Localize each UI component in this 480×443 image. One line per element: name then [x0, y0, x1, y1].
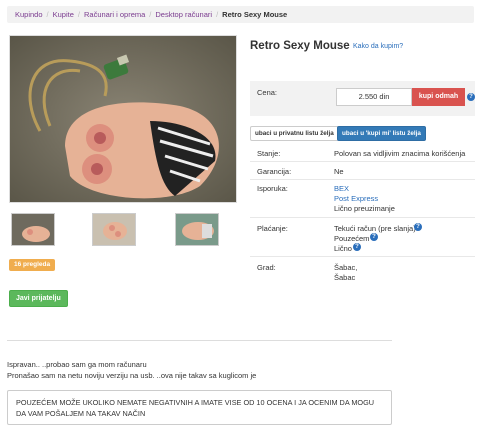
thumbnail-1[interactable] — [11, 213, 55, 246]
price-label: Cena: — [257, 88, 278, 97]
breadcrumb: Kupindo / Kupite / Računari i oprema / D… — [7, 6, 474, 23]
warranty-value: Ne — [334, 167, 344, 176]
payment-label: Plaćanje: — [257, 224, 288, 233]
section-divider — [7, 340, 392, 341]
breadcrumb-current: Retro Sexy Mouse — [222, 10, 288, 19]
breadcrumb-link-kupite[interactable]: Kupite — [53, 10, 74, 19]
detail-divider — [250, 179, 475, 180]
price-box: Cena: 2.550 din kupi odmah ? — [250, 81, 475, 116]
breadcrumb-separator: / — [149, 10, 152, 19]
condition-value: Polovan sa vidljivim znacima korišćenja — [334, 149, 466, 158]
help-icon[interactable]: ? — [467, 93, 475, 101]
mouse-photo-illustration — [10, 36, 236, 202]
add-to-private-wishlist-button[interactable]: ubaci u privatnu listu želja — [250, 126, 339, 141]
thumbnail-image — [176, 214, 218, 245]
detail-divider — [250, 161, 475, 162]
main-product-photo[interactable] — [9, 35, 237, 203]
breadcrumb-separator: / — [46, 10, 49, 19]
help-icon[interactable]: ? — [414, 223, 422, 231]
detail-divider — [250, 217, 475, 218]
help-icon[interactable]: ? — [370, 233, 378, 241]
city-label: Grad: — [257, 263, 276, 272]
shipping-bex-link[interactable]: BEX — [334, 184, 349, 193]
city-value: Šabac, — [334, 263, 358, 272]
buy-now-button[interactable]: kupi odmah — [412, 88, 465, 106]
price-value: 2.550 din — [336, 88, 412, 106]
thumbnail-image — [93, 214, 135, 245]
shipping-post-express-link[interactable]: Post Express — [334, 194, 378, 203]
product-description: Ispravan.. ..probao sam ga mom računaru … — [7, 359, 256, 381]
product-title: Retro Sexy Mouse — [250, 40, 350, 52]
warranty-label: Garancija: — [257, 167, 292, 176]
shipping-pickup: Lično preuzimanje — [334, 204, 395, 213]
thumbnail-3[interactable] — [175, 213, 219, 246]
breadcrumb-link-desktop[interactable]: Desktop računari — [155, 10, 212, 19]
how-to-buy-link[interactable]: Kako da kupim? — [353, 43, 403, 50]
description-line: Pronašao sam na netu noviju verziju na u… — [7, 371, 257, 380]
detail-divider — [250, 256, 475, 257]
breadcrumb-separator: / — [77, 10, 80, 19]
breadcrumb-link-kupindo[interactable]: Kupindo — [15, 10, 43, 19]
help-icon[interactable]: ? — [353, 243, 361, 251]
payment-bank-transfer: Tekući račun (pre slanja) — [334, 224, 416, 233]
payment-personal: Lično — [334, 244, 352, 253]
breadcrumb-separator: / — [216, 10, 219, 19]
condition-label: Stanje: — [257, 149, 281, 158]
seller-notice: POUZEĆEM MOŽE UKOLIKO NEMATE NEGATIVNIH … — [7, 390, 392, 425]
city-value: Šabac — [334, 273, 356, 282]
views-badge: 16 pregleda — [9, 259, 56, 271]
shipping-label: Isporuka: — [257, 184, 288, 193]
description-line: Ispravan.. ..probao sam ga mom računaru — [7, 360, 147, 369]
add-to-buy-me-wishlist-button[interactable]: ubaci u 'kupi mi' listu želja — [337, 126, 426, 141]
thumbnail-2[interactable] — [92, 213, 136, 246]
tell-friend-button[interactable]: Javi prijatelju — [9, 290, 68, 307]
payment-cod: Pouzećem — [334, 234, 370, 243]
thumbnail-image — [12, 214, 54, 245]
breadcrumb-link-racunari[interactable]: Računari i oprema — [84, 10, 145, 19]
